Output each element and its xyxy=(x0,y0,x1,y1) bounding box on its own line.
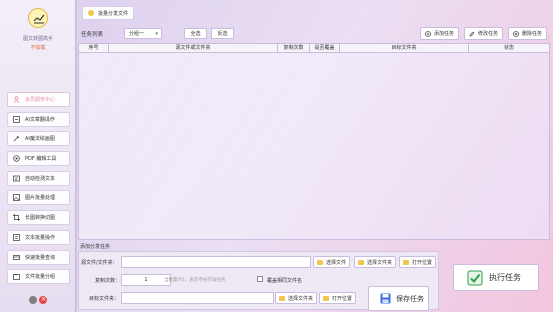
save-task-button[interactable]: 保存任务 xyxy=(368,286,429,311)
crop-icon xyxy=(13,214,20,222)
sidebar-item-label: 会员服务中心 xyxy=(25,97,56,103)
column-header[interactable]: 序号 xyxy=(79,44,109,53)
app-name: 图文转图高手 xyxy=(22,36,53,42)
select-file-label: 选择文件 xyxy=(326,259,347,266)
topbar: 批量分发文件 xyxy=(77,0,553,24)
sidebar-item-label: 图片批量处理 xyxy=(25,195,56,202)
save-icon xyxy=(380,293,391,304)
sidebar-item-text-batch[interactable]: 文本批量操作 xyxy=(7,229,70,245)
sidebar-item-member-center[interactable]: 会员服务中心 xyxy=(7,92,70,107)
folder-icon xyxy=(279,295,285,301)
group-select[interactable]: 分组一 xyxy=(124,28,162,39)
app-logo xyxy=(28,8,48,28)
delete-task-label: 删除任务 xyxy=(522,31,543,37)
window-controls xyxy=(29,295,47,304)
folder-icon xyxy=(403,259,409,265)
panel-title: 添加分发任务 xyxy=(80,244,111,250)
target-folder-input[interactable] xyxy=(121,292,274,304)
run-task-button[interactable]: 执行任务 xyxy=(453,264,539,291)
sidebar-item-ai-article[interactable]: AI文章翻译作 xyxy=(7,111,70,127)
select-file-button[interactable]: 选择文件 xyxy=(313,256,351,268)
source-label: 源文件/文件夹： xyxy=(81,260,118,266)
target-label: 目标文件夹： xyxy=(89,296,120,302)
ai-text-icon xyxy=(13,115,20,123)
edit-task-button[interactable]: 修改任务 xyxy=(464,27,504,40)
folder-group-icon xyxy=(13,273,20,281)
edit-task-label: 修改任务 xyxy=(478,31,499,37)
run-task-label: 执行任务 xyxy=(489,273,521,282)
delete-icon xyxy=(513,30,519,37)
sidebar-item-file-group[interactable]: 文件批量分组 xyxy=(7,269,70,285)
column-header[interactable]: 复制次数 xyxy=(278,44,310,53)
sidebar-item-long-image[interactable]: 长图转换切图 xyxy=(7,210,70,226)
app-window: 图文转图高手 不加载 会员服务中心 AI文章翻译作 AI魔法绘画图 PDF 编辑… xyxy=(0,0,553,312)
text-batch-icon xyxy=(13,233,20,241)
search-batch-icon xyxy=(13,254,20,261)
close-icon[interactable] xyxy=(39,295,47,304)
select-folder-button[interactable]: 选择文件夹 xyxy=(354,256,397,268)
main-panel: 批量分发文件 任务列表 分组一 全选 反选 添加任务 修改任务 xyxy=(77,0,553,312)
source-path-input[interactable] xyxy=(121,256,311,268)
folder-icon xyxy=(323,295,329,301)
sidebar-item-pdf[interactable]: PDF 编辑工具 xyxy=(7,151,70,167)
add-task-form: 源文件/文件夹： 选择文件 选择文件夹 打开位置 复制次数： 1 当数量为1，表… xyxy=(78,251,439,311)
sidebar: 图文转图高手 不加载 会员服务中心 AI文章翻译作 AI魔法绘画图 PDF 编辑… xyxy=(0,0,76,312)
sidebar-item-label: 长图转换切图 xyxy=(25,215,56,222)
invert-selection-button[interactable]: 反选 xyxy=(211,28,234,39)
column-header[interactable]: 是否覆盖 xyxy=(310,44,340,53)
sidebar-item-label: 文本批量操作 xyxy=(25,234,56,241)
sidebar-item-label: 文件批量分组 xyxy=(25,274,56,281)
column-header[interactable]: 源文件或文件夹 xyxy=(109,44,278,53)
open-location-label: 打开位置 xyxy=(412,259,433,266)
folder-icon xyxy=(88,10,94,16)
minimize-icon[interactable] xyxy=(29,296,37,304)
pdf-icon xyxy=(13,155,20,162)
copy-count-label: 复制次数： xyxy=(95,278,121,284)
task-toolbar: 任务列表 分组一 全选 反选 添加任务 修改任务 删除任务 xyxy=(77,27,553,41)
folder-icon xyxy=(317,259,323,265)
save-task-label: 保存任务 xyxy=(396,294,424,303)
sidebar-item-label: AI魔法绘画图 xyxy=(25,136,55,143)
magic-brush-icon xyxy=(13,135,20,142)
table-header: 序号 源文件或文件夹 复制次数 是否覆盖 目标文件夹 状态 xyxy=(79,44,549,53)
target-open-location-label: 打开位置 xyxy=(332,295,353,302)
image-batch-icon xyxy=(13,194,20,202)
sidebar-item-ai-paint[interactable]: AI魔法绘画图 xyxy=(7,131,70,147)
check-icon xyxy=(467,270,483,285)
target-select-folder-button[interactable]: 选择文件夹 xyxy=(275,292,318,304)
sidebar-item-text-detect[interactable]: 自动检测文本 xyxy=(7,170,70,186)
logo-chart-icon xyxy=(33,14,45,24)
sidebar-item-quick-query[interactable]: 快速批量查询 xyxy=(7,249,70,265)
task-list-title: 任务列表 xyxy=(81,32,104,38)
tab-label: 批量分发文件 xyxy=(98,10,129,17)
column-header[interactable]: 目标文件夹 xyxy=(340,44,469,53)
overwrite-label: 覆盖相同文件名 xyxy=(267,278,303,284)
add-icon xyxy=(425,30,431,37)
sidebar-nav: 会员服务中心 AI文章翻译作 AI魔法绘画图 PDF 编辑工具 自动检测文本 图… xyxy=(7,92,70,289)
user-icon xyxy=(13,96,20,103)
add-task-panel: 添加分发任务 源文件/文件夹： 选择文件 选择文件夹 打开位置 复制次数： 1 xyxy=(77,243,553,312)
copy-count-hint: 当数量为1，表示不执行该任务 xyxy=(164,278,226,283)
overwrite-checkbox[interactable] xyxy=(257,276,263,282)
select-folder-label: 选择文件夹 xyxy=(367,259,393,266)
sidebar-item-label: AI文章翻译作 xyxy=(25,116,55,123)
column-header[interactable]: 状态 xyxy=(469,44,549,53)
edit-icon xyxy=(469,31,475,37)
text-detect-icon xyxy=(13,175,20,182)
open-location-button[interactable]: 打开位置 xyxy=(399,256,437,268)
sidebar-item-image-batch[interactable]: 图片批量处理 xyxy=(7,190,70,206)
delete-task-button[interactable]: 删除任务 xyxy=(508,27,548,40)
app-status[interactable]: 不加载 xyxy=(0,44,76,51)
target-open-location-button[interactable]: 打开位置 xyxy=(319,292,357,304)
tab-batch-distribute[interactable]: 批量分发文件 xyxy=(82,6,135,20)
folder-icon xyxy=(358,259,364,265)
sidebar-item-label: 快速批量查询 xyxy=(25,254,56,261)
add-task-label: 添加任务 xyxy=(434,31,455,37)
task-table[interactable]: 序号 源文件或文件夹 复制次数 是否覆盖 目标文件夹 状态 xyxy=(78,43,550,240)
sidebar-item-label: 自动检测文本 xyxy=(25,175,56,182)
target-select-folder-label: 选择文件夹 xyxy=(288,295,314,302)
sidebar-item-label: PDF 编辑工具 xyxy=(25,156,57,163)
add-task-button[interactable]: 添加任务 xyxy=(420,27,460,40)
select-all-button[interactable]: 全选 xyxy=(184,28,207,39)
